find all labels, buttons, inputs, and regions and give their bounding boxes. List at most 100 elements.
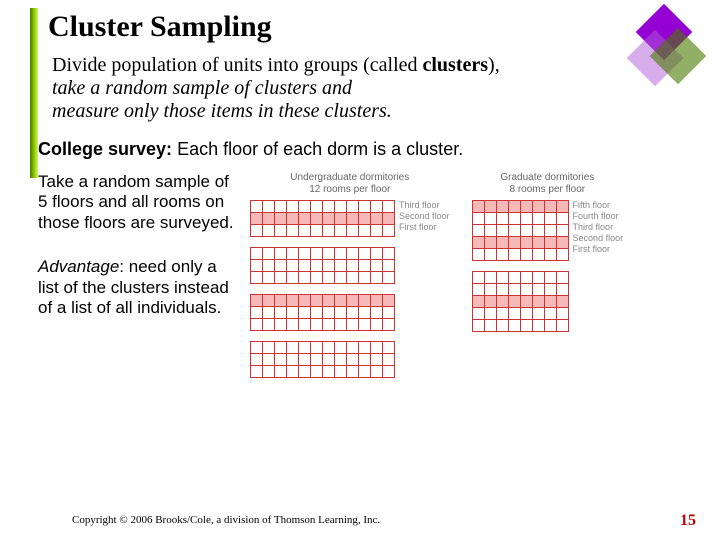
undergrad-title: Undergraduate dormitories 12 rooms per f… bbox=[250, 172, 450, 196]
room-cell bbox=[497, 201, 509, 212]
room-cell bbox=[251, 213, 263, 224]
room-cell bbox=[545, 213, 557, 224]
room-cell bbox=[371, 307, 383, 318]
grad-block: Graduate dormitories 8 rooms per floor F… bbox=[472, 172, 624, 388]
room-cell bbox=[521, 237, 533, 248]
room-cell bbox=[251, 354, 263, 365]
room-cell bbox=[545, 272, 557, 283]
room-cell bbox=[485, 296, 497, 307]
floor-label: First floor bbox=[573, 244, 624, 255]
floor-row bbox=[472, 319, 569, 332]
room-cell bbox=[473, 284, 485, 295]
room-cell bbox=[533, 213, 545, 224]
building bbox=[250, 294, 450, 331]
example-lead: College survey: bbox=[38, 139, 172, 159]
copyright-text: Copyright © 2006 Brooks/Cole, a division… bbox=[72, 514, 380, 526]
room-cell bbox=[311, 213, 323, 224]
ug-title-l2: 12 rooms per floor bbox=[309, 184, 390, 195]
room-cell bbox=[371, 201, 383, 212]
room-cell bbox=[557, 320, 569, 331]
floor-row bbox=[250, 318, 395, 331]
floor-label: Second floor bbox=[573, 233, 624, 244]
room-cell bbox=[347, 319, 359, 330]
room-cell bbox=[275, 295, 287, 306]
definition-text: Divide population of units into groups (… bbox=[48, 54, 696, 123]
room-cell bbox=[509, 225, 521, 236]
room-cell bbox=[263, 295, 275, 306]
building bbox=[472, 271, 624, 332]
room-cell bbox=[473, 272, 485, 283]
room-cell bbox=[263, 366, 275, 377]
def-line2: take a random sample of clusters and bbox=[52, 77, 352, 99]
floor-row bbox=[472, 200, 569, 212]
room-cell bbox=[485, 320, 497, 331]
floor-label: Third floor bbox=[399, 200, 450, 211]
room-cell bbox=[311, 225, 323, 236]
room-cell bbox=[497, 225, 509, 236]
room-cell bbox=[347, 295, 359, 306]
room-cell bbox=[521, 225, 533, 236]
room-cell bbox=[383, 307, 395, 318]
room-cell bbox=[383, 354, 395, 365]
building: Third floorSecond floorFirst floor bbox=[250, 200, 450, 237]
room-cell bbox=[323, 366, 335, 377]
room-cell bbox=[299, 319, 311, 330]
room-cell bbox=[335, 213, 347, 224]
room-cell bbox=[251, 225, 263, 236]
room-cell bbox=[287, 201, 299, 212]
room-cell bbox=[545, 296, 557, 307]
floor-label: First floor bbox=[399, 222, 450, 233]
floor-labels: Fifth floorFourth floorThird floorSecond… bbox=[573, 200, 624, 255]
room-cell bbox=[485, 249, 497, 260]
room-cell bbox=[533, 296, 545, 307]
room-cell bbox=[485, 213, 497, 224]
room-cell bbox=[335, 295, 347, 306]
room-cell bbox=[287, 295, 299, 306]
g-title-l2: 8 rooms per floor bbox=[510, 184, 586, 195]
room-cell bbox=[335, 201, 347, 212]
room-cell bbox=[275, 272, 287, 283]
room-cell bbox=[299, 342, 311, 353]
room-cell bbox=[557, 308, 569, 319]
room-cell bbox=[347, 201, 359, 212]
room-cell bbox=[251, 366, 263, 377]
room-cell bbox=[299, 225, 311, 236]
advantage-lead: Advantage bbox=[38, 257, 119, 276]
floor-row bbox=[250, 365, 395, 378]
room-cell bbox=[263, 319, 275, 330]
example-heading: College survey: Each floor of each dorm … bbox=[38, 139, 696, 160]
room-cell bbox=[557, 272, 569, 283]
room-cell bbox=[335, 260, 347, 271]
room-cell bbox=[335, 307, 347, 318]
room-cell bbox=[383, 213, 395, 224]
room-cell bbox=[371, 225, 383, 236]
room-cell bbox=[347, 366, 359, 377]
room-cell bbox=[323, 248, 335, 259]
room-cell bbox=[287, 213, 299, 224]
building-floors bbox=[250, 341, 395, 378]
room-cell bbox=[521, 249, 533, 260]
room-cell bbox=[359, 272, 371, 283]
sample-text: Take a random sample of 5 floors and all… bbox=[38, 172, 238, 233]
floor-row bbox=[472, 283, 569, 295]
room-cell bbox=[473, 308, 485, 319]
floor-row bbox=[472, 248, 569, 261]
room-cell bbox=[311, 307, 323, 318]
room-cell bbox=[485, 308, 497, 319]
room-cell bbox=[251, 248, 263, 259]
room-cell bbox=[497, 320, 509, 331]
room-cell bbox=[359, 248, 371, 259]
accent-bar bbox=[30, 8, 38, 178]
floor-row bbox=[250, 306, 395, 318]
room-cell bbox=[473, 296, 485, 307]
room-cell bbox=[509, 308, 521, 319]
floor-row bbox=[250, 224, 395, 237]
room-cell bbox=[347, 260, 359, 271]
room-cell bbox=[521, 284, 533, 295]
room-cell bbox=[275, 307, 287, 318]
room-cell bbox=[473, 213, 485, 224]
floor-row bbox=[472, 236, 569, 248]
room-cell bbox=[275, 354, 287, 365]
room-cell bbox=[347, 248, 359, 259]
room-cell bbox=[371, 354, 383, 365]
